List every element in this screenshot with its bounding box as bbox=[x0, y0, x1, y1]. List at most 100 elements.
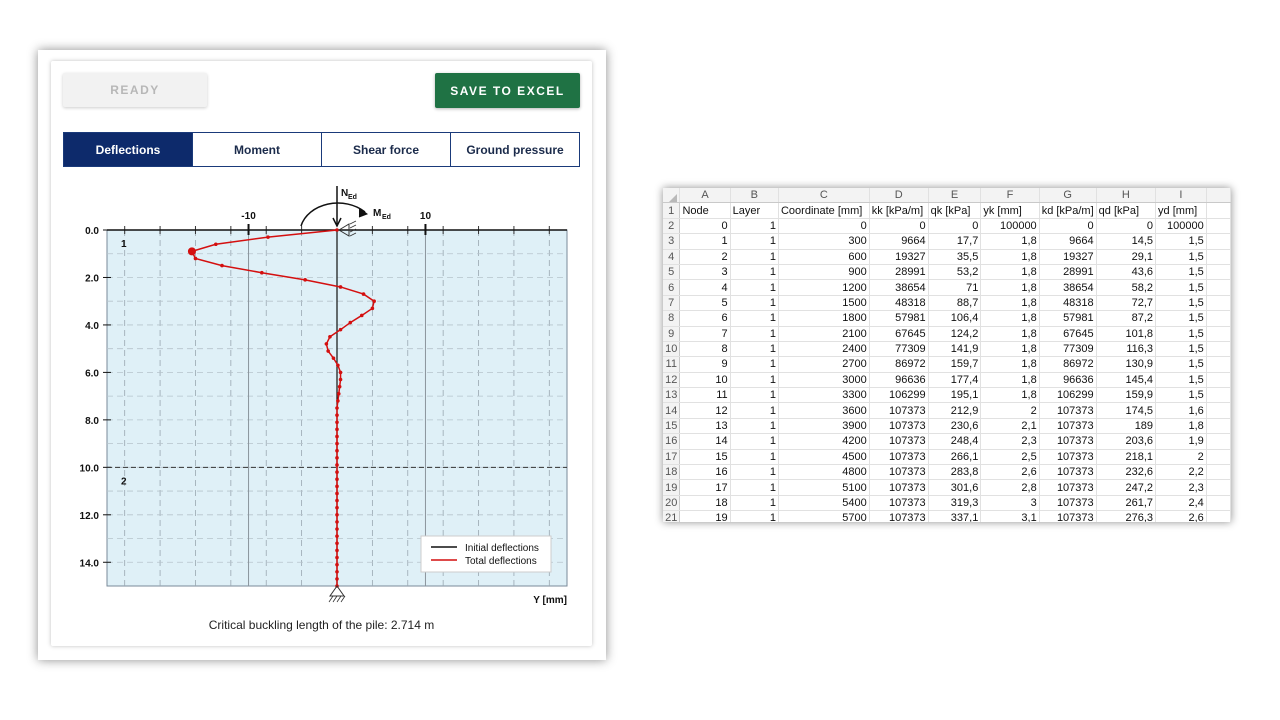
cell[interactable] bbox=[1206, 387, 1231, 404]
data-cell[interactable]: 1 bbox=[730, 356, 779, 373]
data-cell[interactable]: 9664 bbox=[869, 233, 929, 250]
data-cell[interactable]: 1 bbox=[730, 372, 779, 389]
data-cell[interactable]: 1,8 bbox=[980, 372, 1040, 389]
data-cell[interactable]: 106,4 bbox=[928, 310, 982, 327]
data-cell[interactable]: 3300 bbox=[778, 387, 870, 404]
data-cell[interactable]: 230,6 bbox=[928, 418, 982, 435]
cell[interactable] bbox=[1206, 479, 1231, 496]
data-cell[interactable]: 1 bbox=[730, 495, 779, 512]
data-cell[interactable]: 14,5 bbox=[1096, 233, 1157, 250]
data-cell[interactable]: 1,5 bbox=[1155, 372, 1207, 389]
data-cell[interactable]: 58,2 bbox=[1096, 279, 1157, 296]
data-cell[interactable]: 1 bbox=[730, 264, 779, 281]
data-cell[interactable]: 107373 bbox=[1039, 479, 1097, 496]
cell[interactable] bbox=[1206, 295, 1231, 312]
data-cell[interactable]: 5700 bbox=[778, 510, 870, 522]
data-cell[interactable]: 86972 bbox=[1039, 356, 1097, 373]
data-cell[interactable]: 159,7 bbox=[928, 356, 982, 373]
data-cell[interactable]: 1,5 bbox=[1155, 264, 1207, 281]
row-header[interactable]: 19 bbox=[663, 479, 681, 496]
data-cell[interactable]: 29,1 bbox=[1096, 249, 1157, 265]
data-cell[interactable]: 13 bbox=[679, 418, 731, 435]
data-cell[interactable]: 5400 bbox=[778, 495, 870, 512]
data-cell[interactable]: 337,1 bbox=[928, 510, 982, 522]
data-cell[interactable]: 177,4 bbox=[928, 372, 982, 389]
row-header[interactable]: 8 bbox=[663, 310, 681, 327]
data-cell[interactable]: 88,7 bbox=[928, 295, 982, 312]
data-cell[interactable]: 53,2 bbox=[928, 264, 982, 281]
data-cell[interactable]: 2,3 bbox=[1155, 479, 1207, 496]
data-cell[interactable]: 107373 bbox=[1039, 510, 1097, 522]
data-cell[interactable]: 106299 bbox=[1039, 387, 1097, 404]
data-cell[interactable]: 600 bbox=[778, 249, 870, 265]
column-header[interactable]: G bbox=[1039, 188, 1097, 204]
ready-button[interactable]: READY bbox=[63, 73, 207, 107]
data-cell[interactable]: 107373 bbox=[1039, 418, 1097, 435]
data-cell[interactable]: 1,8 bbox=[980, 326, 1040, 342]
data-cell[interactable]: 2,1 bbox=[980, 418, 1040, 435]
cell[interactable] bbox=[1206, 356, 1231, 373]
data-cell[interactable]: 4800 bbox=[778, 464, 870, 481]
data-cell[interactable]: 8 bbox=[679, 341, 731, 358]
select-all-corner-icon[interactable] bbox=[669, 194, 677, 202]
row-header[interactable]: 14 bbox=[663, 402, 681, 419]
data-cell[interactable]: 0 bbox=[869, 218, 929, 235]
data-cell[interactable]: 1 bbox=[730, 433, 779, 450]
row-header[interactable]: 21 bbox=[663, 510, 681, 522]
data-cell[interactable]: 107373 bbox=[869, 449, 929, 466]
data-cell[interactable]: 67645 bbox=[869, 326, 929, 342]
column-header[interactable]: D bbox=[869, 188, 929, 204]
header-cell[interactable]: kd [kPa/m] bbox=[1039, 202, 1097, 219]
data-cell[interactable]: 2700 bbox=[778, 356, 870, 373]
data-cell[interactable]: 0 bbox=[928, 218, 982, 235]
data-cell[interactable]: 107373 bbox=[869, 433, 929, 450]
data-cell[interactable]: 1,5 bbox=[1155, 356, 1207, 373]
data-cell[interactable]: 107373 bbox=[1039, 402, 1097, 419]
data-cell[interactable]: 107373 bbox=[1039, 464, 1097, 481]
data-cell[interactable]: 107373 bbox=[869, 402, 929, 419]
data-cell[interactable]: 17,7 bbox=[928, 233, 982, 250]
data-cell[interactable]: 2100 bbox=[778, 326, 870, 342]
row-header[interactable]: 20 bbox=[663, 495, 681, 512]
data-cell[interactable]: 1,8 bbox=[980, 279, 1040, 296]
data-cell[interactable]: 86972 bbox=[869, 356, 929, 373]
data-cell[interactable]: 1,8 bbox=[980, 387, 1040, 404]
data-cell[interactable]: 1 bbox=[730, 418, 779, 435]
data-cell[interactable]: 5100 bbox=[778, 479, 870, 496]
header-cell[interactable]: qk [kPa] bbox=[928, 202, 982, 219]
data-cell[interactable]: 100000 bbox=[1155, 218, 1207, 235]
data-cell[interactable]: 1,5 bbox=[1155, 295, 1207, 312]
column-header[interactable] bbox=[1206, 188, 1231, 204]
data-cell[interactable]: 4 bbox=[679, 279, 731, 296]
data-cell[interactable]: 9664 bbox=[1039, 233, 1097, 250]
data-cell[interactable]: 2,3 bbox=[980, 433, 1040, 450]
data-cell[interactable]: 107373 bbox=[869, 495, 929, 512]
data-cell[interactable]: 130,9 bbox=[1096, 356, 1157, 373]
data-cell[interactable]: 19 bbox=[679, 510, 731, 522]
data-cell[interactable]: 1,8 bbox=[980, 341, 1040, 358]
data-cell[interactable]: 1800 bbox=[778, 310, 870, 327]
header-cell[interactable]: Node bbox=[679, 202, 731, 219]
row-header[interactable]: 2 bbox=[663, 218, 681, 235]
header-cell[interactable]: qd [kPa] bbox=[1096, 202, 1157, 219]
data-cell[interactable]: 1200 bbox=[778, 279, 870, 296]
header-cell[interactable]: Layer bbox=[730, 202, 779, 219]
data-cell[interactable]: 48318 bbox=[869, 295, 929, 312]
header-cell[interactable]: yk [mm] bbox=[980, 202, 1040, 219]
data-cell[interactable]: 276,3 bbox=[1096, 510, 1157, 522]
data-cell[interactable]: 1500 bbox=[778, 295, 870, 312]
data-cell[interactable]: 107373 bbox=[869, 464, 929, 481]
data-cell[interactable]: 0 bbox=[1096, 218, 1157, 235]
data-cell[interactable]: 1 bbox=[730, 326, 779, 342]
row-header[interactable]: 12 bbox=[663, 372, 681, 389]
data-cell[interactable]: 1,5 bbox=[1155, 233, 1207, 250]
data-cell[interactable]: 3,1 bbox=[980, 510, 1040, 522]
data-cell[interactable]: 43,6 bbox=[1096, 264, 1157, 281]
data-cell[interactable]: 1 bbox=[730, 387, 779, 404]
data-cell[interactable]: 116,3 bbox=[1096, 341, 1157, 358]
data-cell[interactable]: 101,8 bbox=[1096, 326, 1157, 342]
cell[interactable] bbox=[1206, 326, 1231, 342]
cell[interactable] bbox=[1206, 372, 1231, 389]
data-cell[interactable]: 0 bbox=[1039, 218, 1097, 235]
data-cell[interactable]: 1,8 bbox=[1155, 418, 1207, 435]
